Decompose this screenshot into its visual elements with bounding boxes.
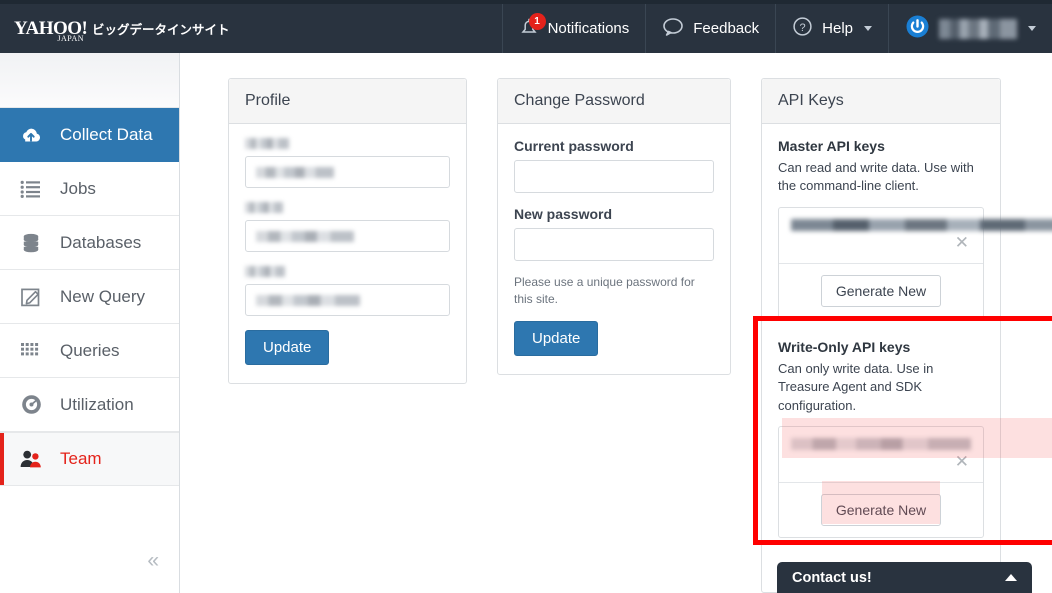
profile-update-button[interactable]: Update <box>245 330 329 365</box>
header-notifications[interactable]: 1 Notifications <box>502 4 646 53</box>
chevron-up-icon <box>1005 574 1017 581</box>
cloud-upload-icon <box>18 122 44 148</box>
database-icon <box>18 230 44 256</box>
header-feedback-label: Feedback <box>693 20 759 37</box>
double-chevron-left-icon[interactable]: « <box>147 550 159 571</box>
write-only-api-key-row: d23c4703513 ✕ <box>779 427 983 483</box>
profile-field-3-label-redacted <box>245 266 285 277</box>
change-password-card-title: Change Password <box>498 79 730 124</box>
close-x-icon[interactable]: ✕ <box>955 234 969 251</box>
write-only-api-key-value-redacted <box>791 438 971 450</box>
notification-count-badge: 1 <box>529 13 546 30</box>
sidebar-item-new-query[interactable]: New Query <box>0 270 179 324</box>
write-only-api-keys-heading: Write-Only API keys <box>778 339 984 355</box>
api-keys-card-title: API Keys <box>762 79 1000 124</box>
profile-field-1-value-redacted <box>256 167 334 178</box>
master-api-key-footer: Generate New <box>779 264 983 318</box>
profile-field-3-input[interactable] <box>245 284 450 316</box>
master-api-keys-heading: Master API keys <box>778 138 984 154</box>
new-password-label: New password <box>514 206 714 222</box>
sidebar-item-queries[interactable]: Queries <box>0 324 179 378</box>
list-icon <box>18 176 44 202</box>
app-root: YAHOO! JAPAN ビッグデータインサイト 1 Notifications <box>0 0 1052 593</box>
new-password-input[interactable] <box>514 228 714 261</box>
main-content: Profile Update Change Passw <box>181 53 1052 593</box>
profile-card: Profile Update <box>228 78 467 384</box>
profile-field-3-value-redacted <box>256 295 360 306</box>
sidebar-item-jobs[interactable]: Jobs <box>0 162 179 216</box>
yahoo-japan-logo[interactable]: YAHOO! JAPAN ビッグデータインサイト <box>0 19 230 38</box>
grid-dots-icon <box>18 338 44 364</box>
change-password-update-button[interactable]: Update <box>514 321 598 356</box>
question-circle-icon: ? <box>792 16 813 41</box>
profile-field-1-input[interactable] <box>245 156 450 188</box>
write-only-api-key-footer: Generate New <box>779 483 983 537</box>
master-api-keys-description: Can read and write data. Use with the co… <box>778 159 984 196</box>
api-keys-section-gap <box>778 319 984 339</box>
sidebar-item-label: New Query <box>60 287 145 307</box>
header-help[interactable]: ? Help <box>775 4 888 53</box>
sidebar-item-label: Utilization <box>60 395 134 415</box>
speech-bubble-icon <box>662 17 684 41</box>
chevron-down-icon <box>1028 26 1036 31</box>
app-header: YAHOO! JAPAN ビッグデータインサイト 1 Notifications <box>0 4 1052 53</box>
close-x-icon[interactable]: ✕ <box>955 453 969 470</box>
sidebar-item-label: Jobs <box>60 179 96 199</box>
api-keys-card-body: Master API keys Can read and write data.… <box>762 124 1000 556</box>
sidebar-item-label: Databases <box>60 233 141 253</box>
contact-us-widget[interactable]: Contact us! <box>777 562 1032 593</box>
gauge-icon <box>18 392 44 418</box>
sidebar-item-databases[interactable]: Databases <box>0 216 179 270</box>
profile-card-title: Profile <box>229 79 466 124</box>
chevron-down-icon <box>864 26 872 31</box>
people-icon <box>18 446 44 472</box>
contact-us-label: Contact us! <box>792 570 872 586</box>
profile-field-2-label-redacted <box>245 202 283 213</box>
power-user-icon <box>905 14 930 43</box>
current-password-label: Current password <box>514 138 714 154</box>
write-only-api-keys-description: Can only write data. Use in Treasure Age… <box>778 360 984 415</box>
master-generate-new-button[interactable]: Generate New <box>821 275 941 307</box>
password-hint: Please use a unique password for this si… <box>514 274 714 309</box>
sidebar-item-label: Queries <box>60 341 120 361</box>
profile-field-1-label-redacted <box>245 138 289 149</box>
master-api-key-value-redacted <box>791 219 1052 231</box>
header-help-label: Help <box>822 20 853 37</box>
logo-japan-text: JAPAN <box>57 34 84 43</box>
profile-card-body: Update <box>229 124 466 383</box>
sidebar-item-label: Team <box>60 449 102 469</box>
change-password-card: Change Password Current password New pas… <box>497 78 731 375</box>
change-password-card-body: Current password New password Please use… <box>498 124 730 374</box>
sidebar-item-team[interactable]: Team <box>0 432 179 486</box>
profile-field-2-input[interactable] <box>245 220 450 252</box>
header-notifications-label: Notifications <box>548 20 630 37</box>
svg-text:?: ? <box>800 22 806 34</box>
write-only-generate-new-button[interactable]: Generate New <box>821 494 941 526</box>
sidebar-top-blank <box>0 53 179 108</box>
sidebar-item-utilization[interactable]: Utilization <box>0 378 179 432</box>
sidebar-item-collect-data[interactable]: Collect Data <box>0 108 179 162</box>
sidebar: Collect Data Jobs <box>0 53 180 593</box>
master-api-key-row: ✕ <box>779 208 983 264</box>
logo-service-name: ビッグデータインサイト <box>92 19 230 38</box>
current-password-input[interactable] <box>514 160 714 193</box>
api-keys-card: API Keys Master API keys Can read and wr… <box>761 78 1001 593</box>
sidebar-item-label: Collect Data <box>60 125 153 145</box>
account-username-redacted <box>939 19 1017 39</box>
profile-field-2-value-redacted <box>256 231 354 242</box>
write-only-api-key-panel: d23c4703513 ✕ Generate New <box>778 426 984 538</box>
edit-square-icon <box>18 284 44 310</box>
master-api-key-panel: ✕ Generate New <box>778 207 984 319</box>
header-account-menu[interactable] <box>888 4 1052 53</box>
header-feedback[interactable]: Feedback <box>645 4 775 53</box>
